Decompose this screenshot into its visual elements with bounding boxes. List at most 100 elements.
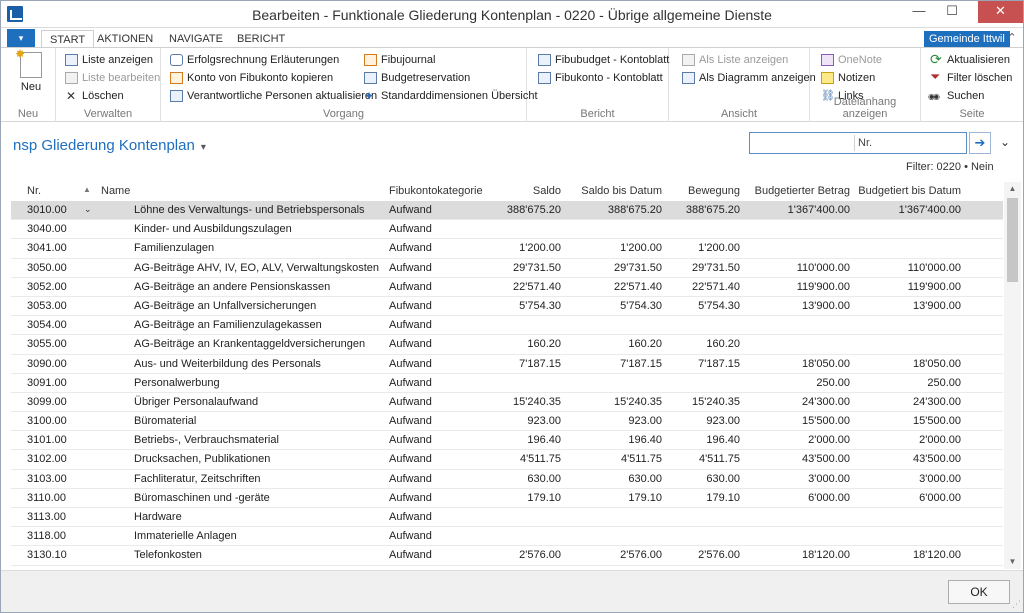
tab-aktionen[interactable]: AKTIONEN xyxy=(89,30,161,48)
cell-saldo-bis-datum: 2'576.00 xyxy=(620,549,662,562)
cell-name: AG-Beiträge an Krankentaggeldversicherun… xyxy=(134,338,366,351)
table-row[interactable]: 3130.10 Telefonkosten Aufwand 2'576.00 2'576… xyxy=(11,546,1003,566)
cell-nr: 3110.00 xyxy=(27,491,66,504)
column-header-bewegung[interactable]: Bewegung xyxy=(688,185,740,197)
erfolgsrechnung-button[interactable]: Erfolgsrechnung Erläuterungen xyxy=(169,52,339,68)
cell-saldo-bis-datum: 179.10 xyxy=(628,491,662,504)
column-header-saldo-bis-datum[interactable]: Saldo bis Datum xyxy=(581,185,662,197)
table-row[interactable]: 3052.00 AG-Beiträge an andere Pensionskas… xyxy=(11,278,1003,297)
cell-nr: 3055.00 xyxy=(27,338,67,351)
cell-category: Aufwand xyxy=(389,472,432,485)
list-icon xyxy=(682,54,695,66)
close-button[interactable]: ✕ xyxy=(978,1,1023,23)
cell-saldo: 7'187.15 xyxy=(519,357,561,370)
show-as-list-button[interactable]: Als Liste anzeigen xyxy=(681,52,788,68)
list-view-button[interactable]: Liste anzeigen xyxy=(64,52,153,68)
show-as-chart-button[interactable]: Als Diagramm anzeigen xyxy=(681,70,816,86)
cell-saldo: 4'511.75 xyxy=(519,453,561,466)
tab-navigate[interactable]: NAVIGATE xyxy=(161,30,231,48)
column-header-saldo[interactable]: Saldo xyxy=(533,185,561,197)
table-row[interactable]: 3054.00 AG-Beiträge an Familienzulagekass… xyxy=(11,316,1003,336)
table-row[interactable]: 3102.00 Drucksachen, Publikationen Aufwand… xyxy=(11,450,1003,470)
cell-saldo: 179.10 xyxy=(527,491,561,504)
ok-button[interactable]: OK xyxy=(948,580,1010,604)
cell-name: Büromaterial xyxy=(134,415,197,428)
cell-bewegung: 22'571.40 xyxy=(692,280,740,293)
cell-category: Aufwand xyxy=(389,338,432,351)
page-title[interactable]: nsp Gliederung Kontenplan ▾ xyxy=(13,137,206,154)
budgetreservation-button[interactable]: Budgetreservation xyxy=(363,70,470,86)
table-row[interactable]: 3100.00 Büromaterial Aufwand 923.00 923.00 92… xyxy=(11,412,1003,432)
table-row[interactable]: 3040.00 Kinder- und Ausbildungszulagen Auf… xyxy=(11,220,1003,240)
table-row[interactable]: 3041.00 Familienzulagen Aufwand 1'200.00 1'2… xyxy=(11,239,1003,259)
onenote-button[interactable]: OneNote xyxy=(820,52,882,68)
cell-name: Drucksachen, Publikationen xyxy=(134,453,271,466)
table-row[interactable]: 3103.00 Fachliteratur, Zeitschriften Aufwa… xyxy=(11,470,1003,489)
table-row[interactable]: 3113.00 Hardware Aufwand xyxy=(11,508,1003,528)
minimize-button[interactable]: — xyxy=(904,1,934,23)
column-header-category[interactable]: Fibukontokategorie xyxy=(389,185,483,197)
cell-saldo-bis-datum: 4'511.75 xyxy=(620,453,662,466)
column-header-budget[interactable]: Budgetierter Betrag xyxy=(755,185,850,197)
scroll-down-icon[interactable]: ▼ xyxy=(1004,555,1021,569)
cell-saldo: 160.20 xyxy=(527,338,561,351)
table-row[interactable]: 3010.00 Löhne des Verwaltungs- und Betrie… xyxy=(11,201,1003,221)
search-field-select[interactable]: Nr. xyxy=(858,136,963,151)
column-header-budget-bis-datum[interactable]: Budgetiert bis Datum xyxy=(858,185,961,197)
cell-budget-bis-datum: 2'000.00 xyxy=(919,434,961,447)
search-input[interactable] xyxy=(752,135,852,151)
row-menu-chevron-icon[interactable]: ⌄ xyxy=(84,204,92,215)
cell-budget: 18'050.00 xyxy=(802,357,850,370)
tab-start[interactable]: START xyxy=(41,30,95,48)
table-row[interactable]: 3053.00 AG-Beiträge an Unfallversicherung… xyxy=(11,297,1003,317)
fibubudget-report-button[interactable]: Fibubudget - Kontoblatt xyxy=(537,52,669,68)
update-persons-button[interactable]: Verantwortliche Personen aktualisieren xyxy=(169,88,377,104)
refresh-button[interactable]: Aktualisieren xyxy=(929,51,1010,68)
delete-button[interactable]: Löschen xyxy=(64,88,124,104)
clear-filter-button[interactable]: Filter löschen xyxy=(929,69,1012,86)
table-row[interactable]: 3091.00 Personalwerbung Aufwand 250.00 250.0… xyxy=(11,374,1003,393)
file-menu-button[interactable]: ▾ xyxy=(7,29,35,47)
cell-budget-bis-datum: 18'120.00 xyxy=(913,549,961,562)
fibubudget-report-label: Fibubudget - Kontoblatt xyxy=(555,54,670,66)
list-edit-button[interactable]: Liste bearbeiten xyxy=(64,70,160,86)
cell-budget-bis-datum: 250.00 xyxy=(927,376,961,389)
resize-grip-icon[interactable]: ⋰ xyxy=(1012,599,1021,610)
new-button[interactable]: Neu xyxy=(11,47,51,93)
tab-bericht[interactable]: BERICHT xyxy=(229,30,293,48)
vertical-scrollbar[interactable]: ▲ ▼ xyxy=(1004,182,1021,569)
company-badge[interactable]: Gemeinde Ittwil xyxy=(924,31,1010,48)
table-row[interactable]: 3099.00 Übriger Personalaufwand Aufwand 15'… xyxy=(11,393,1003,413)
search-go-arrow-icon[interactable]: ➔ xyxy=(969,132,991,154)
cell-category: Aufwand xyxy=(389,415,432,428)
cell-budget-bis-datum: 13'900.00 xyxy=(913,299,961,312)
copy-account-button[interactable]: Konto von Fibukonto kopieren xyxy=(169,70,333,86)
cell-nr: 3118.00 xyxy=(27,530,66,543)
cell-nr: 3050.00 xyxy=(27,261,67,274)
dimensions-button[interactable]: Standarddimensionen Übersicht xyxy=(363,88,538,104)
scroll-thumb[interactable] xyxy=(1007,198,1018,282)
table-row[interactable]: 3055.00 AG-Beiträge an Krankentaggeldvers… xyxy=(11,335,1003,355)
cell-bewegung: 923.00 xyxy=(706,415,740,428)
column-header-name[interactable]: Name xyxy=(101,185,130,197)
cell-nr: 3103.00 xyxy=(27,472,67,485)
table-row[interactable]: 3118.00 Immaterielle Anlagen Aufwand xyxy=(11,527,1003,547)
collapse-ribbon-icon[interactable]: ⌃ xyxy=(1004,30,1020,46)
table-row[interactable]: 3101.00 Betriebs-, Verbrauchsmaterial Aufw… xyxy=(11,431,1003,451)
group-bericht: Fibubudget - Kontoblatt Fibukonto - Kont… xyxy=(527,48,669,122)
fibukonto-report-button[interactable]: Fibukonto - Kontoblatt xyxy=(537,70,663,86)
expand-chevron-icon[interactable]: ⌄ xyxy=(1000,135,1010,149)
scroll-up-icon[interactable]: ▲ xyxy=(1004,182,1021,196)
refresh-label: Aktualisieren xyxy=(947,54,1010,66)
table-row[interactable]: 3090.00 Aus- und Weiterbildung des Person… xyxy=(11,355,1003,374)
maximize-button[interactable]: ☐ xyxy=(937,1,967,23)
find-button[interactable]: Suchen xyxy=(928,88,984,105)
table-row[interactable]: 3050.00 AG-Beiträge AHV, IV, EO, ALV, Ver… xyxy=(11,259,1003,278)
fibujournal-button[interactable]: Fibujournal xyxy=(363,52,435,68)
cell-budget: 110'000.00 xyxy=(796,261,850,274)
table-row[interactable]: 3110.00 Büromaschinen und -geräte Aufwand 1… xyxy=(11,489,1003,508)
cell-nr: 3010.00 xyxy=(27,204,67,216)
window-title: Bearbeiten - Funktionale Gliederung Kont… xyxy=(252,7,772,23)
column-header-nr[interactable]: Nr. xyxy=(27,185,41,197)
notes-button[interactable]: Notizen xyxy=(820,70,875,86)
